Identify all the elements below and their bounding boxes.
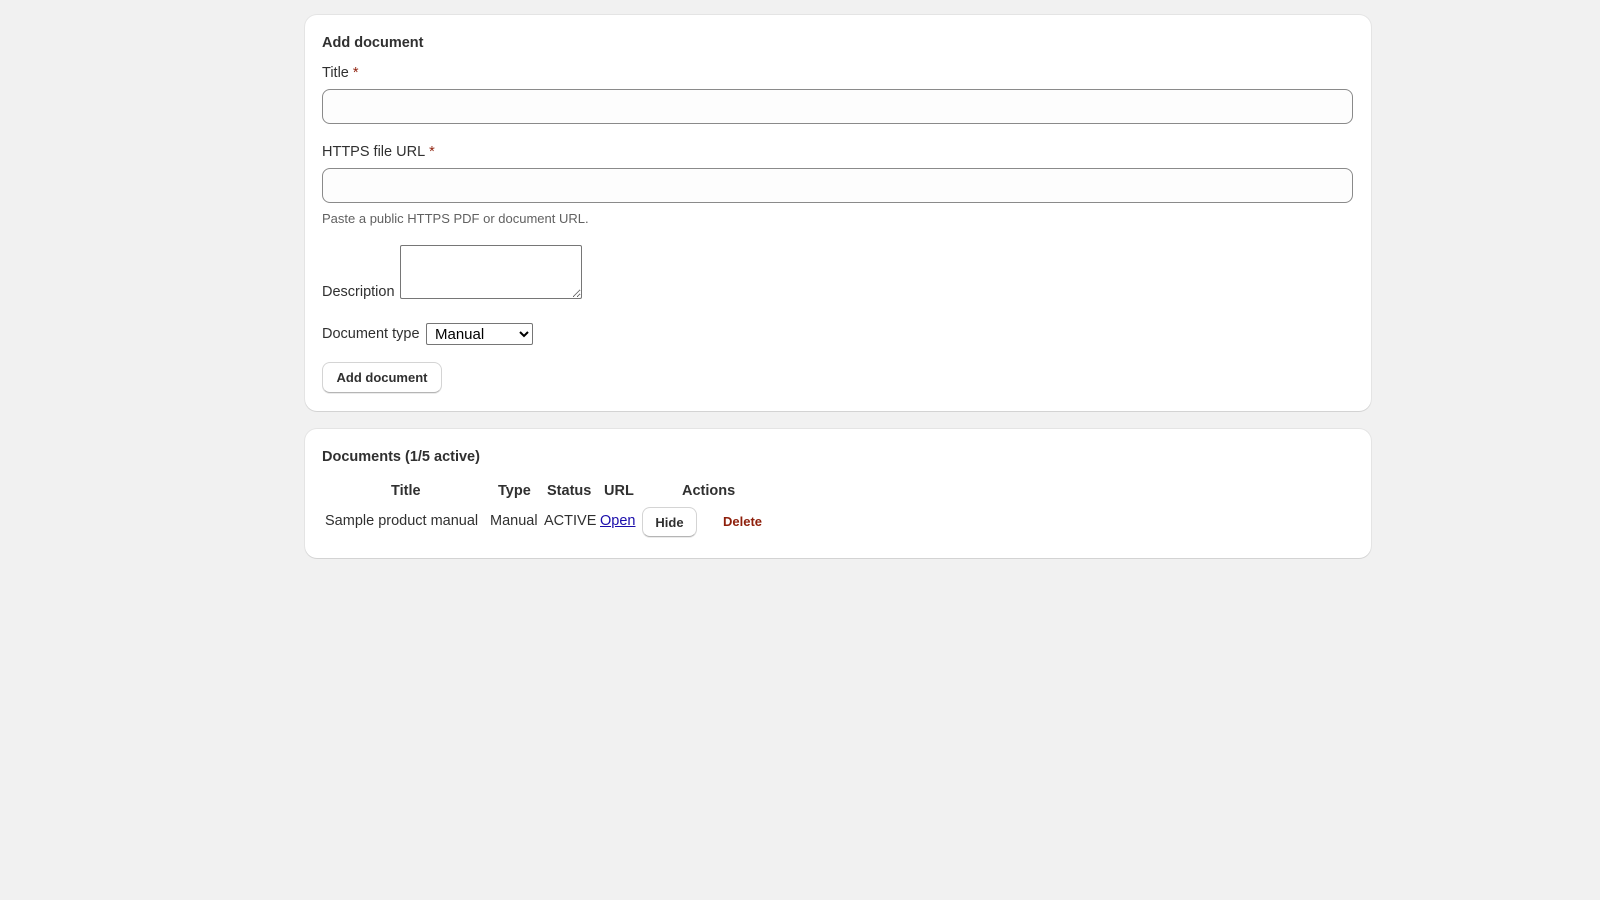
documents-heading: Documents (1/5 active)	[322, 449, 480, 465]
column-header-type: Type	[498, 483, 531, 499]
column-header-url: URL	[604, 483, 634, 499]
document-type-cell: Manual	[490, 513, 538, 529]
description-label: Description	[322, 284, 395, 300]
url-label-text: HTTPS file URL	[322, 144, 426, 160]
hide-document-button[interactable]: Hide	[642, 507, 697, 537]
required-marker: *	[352, 65, 359, 81]
add-document-heading: Add document	[322, 35, 424, 51]
documents-card: Documents (1/5 active) Title Type Status…	[305, 429, 1371, 558]
add-document-card: Add document Title * HTTPS file URL * Past…	[305, 15, 1371, 411]
document-type-select[interactable]: Manual	[426, 323, 533, 345]
url-input[interactable]	[322, 168, 1353, 203]
title-field-label: Title *	[322, 65, 359, 81]
document-type-label: Document type	[322, 326, 420, 342]
document-status-cell: ACTIVE	[544, 513, 597, 529]
url-help-text: Paste a public HTTPS PDF or document URL…	[322, 211, 589, 226]
open-document-link[interactable]: Open	[600, 513, 635, 529]
required-marker: *	[429, 144, 435, 160]
description-textarea[interactable]	[400, 245, 582, 299]
delete-document-button[interactable]: Delete	[723, 514, 762, 529]
url-field-label: HTTPS file URL *	[322, 144, 435, 160]
title-input[interactable]	[322, 89, 1353, 124]
column-header-actions: Actions	[682, 483, 736, 499]
document-title-cell: Sample product manual	[325, 513, 479, 529]
column-header-status: Status	[547, 483, 592, 499]
column-header-title: Title	[391, 483, 421, 499]
add-document-button[interactable]: Add document	[322, 362, 442, 393]
title-label-text: Title	[322, 65, 349, 81]
